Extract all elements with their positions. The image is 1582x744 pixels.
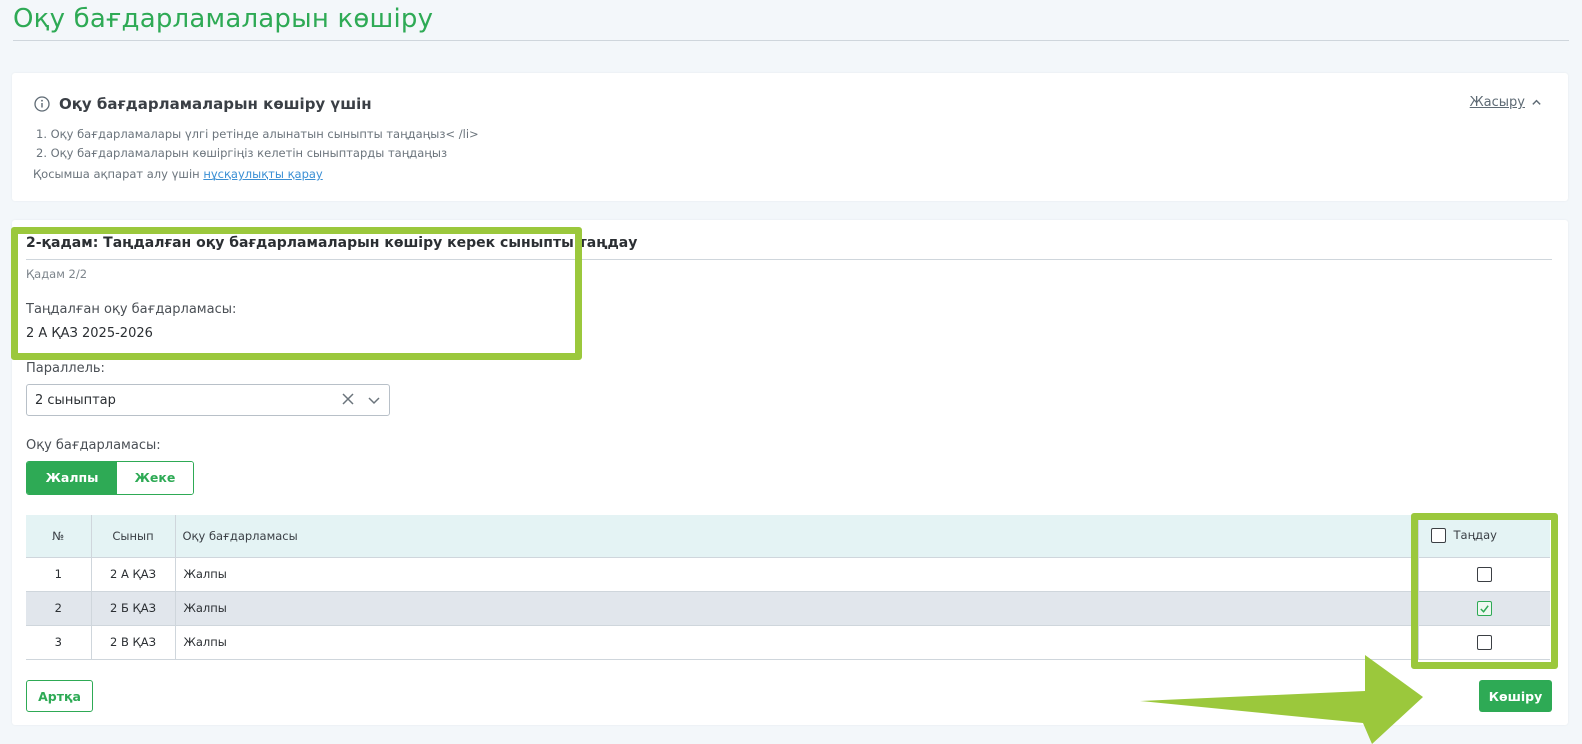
row-program: Жалпы <box>175 625 1419 660</box>
program-label: Оқу бағдарламасы: <box>26 438 161 453</box>
row-choose-cell <box>1418 625 1550 660</box>
info-more: Қосымша ақпарат алу үшін нұсқаулықты қар… <box>33 167 323 181</box>
step-count: Қадам 2/2 <box>26 267 88 281</box>
header-choose: Таңдау <box>1418 515 1550 558</box>
hide-info-link[interactable]: Жасыру <box>1470 95 1542 110</box>
general-program-button[interactable]: Жалпы ОБ <box>27 462 117 494</box>
row-choose-cell <box>1418 557 1550 592</box>
selected-program-value: 2 А ҚАЗ 2025-2026 <box>26 326 153 341</box>
info-more-text: Қосымша ақпарат алу үшін <box>33 167 200 181</box>
classes-table: № Сынып Оқу бағдарламасы Таңдау 1 2 А ҚА… <box>26 515 1550 660</box>
chevron-up-icon <box>1532 99 1541 105</box>
parallel-select[interactable]: 2 сыныптар <box>26 384 390 416</box>
row-class: 2 А ҚАЗ <box>91 557 176 592</box>
row-class: 2 В ҚАЗ <box>91 625 176 660</box>
step-title: 2-қадам: Таңдалған оқу бағдарламаларын к… <box>26 235 638 251</box>
title-divider <box>13 40 1569 41</box>
header-program: Оқу бағдарламасы <box>175 515 1419 558</box>
info-step-2: 2. Оқу бағдарламаларын көшіргіңіз келеті… <box>36 146 448 160</box>
row-number: 1 <box>26 557 92 592</box>
copy-button[interactable]: Көшіру <box>1479 680 1552 712</box>
back-button[interactable]: Артқа <box>26 680 93 712</box>
row-program: Жалпы <box>175 591 1419 626</box>
row-class: 2 Б ҚАЗ <box>91 591 176 626</box>
individual-program-button[interactable]: Жеке ОБ <box>117 462 193 494</box>
step-divider <box>26 259 1552 260</box>
chevron-down-icon[interactable] <box>367 393 381 407</box>
guide-link[interactable]: нұсқаулықты қарау <box>203 167 322 181</box>
page-title: Оқу бағдарламаларын көшіру <box>13 4 434 34</box>
table-row: 1 2 А ҚАЗ Жалпы <box>26 557 1550 592</box>
parallel-label: Параллель: <box>26 361 105 376</box>
info-circle-icon <box>34 96 50 112</box>
info-title: Оқу бағдарламаларын көшіру үшін <box>59 95 372 113</box>
row-number: 3 <box>26 625 92 660</box>
hide-info-label: Жасыру <box>1469 95 1525 110</box>
info-panel: Оқу бағдарламаларын көшіру үшін Жасыру 1… <box>12 73 1568 201</box>
table-row: 2 2 Б ҚАЗ Жалпы <box>26 591 1550 626</box>
header-number: № <box>26 515 92 558</box>
header-class: Сынып <box>91 515 176 558</box>
checkmark-icon <box>1480 604 1489 613</box>
parallel-select-value: 2 сыныптар <box>35 393 116 408</box>
clear-icon[interactable] <box>341 392 355 406</box>
info-step-1: 1. Оқу бағдарламалары үлгі ретінде алына… <box>36 127 479 141</box>
program-type-toggle: Жалпы ОБ Жеке ОБ <box>26 461 194 495</box>
row-checkbox-checked[interactable] <box>1476 600 1492 616</box>
row-number: 2 <box>26 591 92 626</box>
row-checkbox[interactable] <box>1476 634 1492 650</box>
table-row: 3 2 В ҚАЗ Жалпы <box>26 625 1550 660</box>
row-program: Жалпы <box>175 557 1419 592</box>
select-all-checkbox[interactable] <box>1430 528 1446 544</box>
table-header-row: № Сынып Оқу бағдарламасы Таңдау <box>26 515 1550 558</box>
row-checkbox[interactable] <box>1476 566 1492 582</box>
step-card: 2-қадам: Таңдалған оқу бағдарламаларын к… <box>12 220 1568 725</box>
selected-program-label: Таңдалған оқу бағдарламасы: <box>26 302 237 317</box>
row-choose-cell <box>1418 591 1550 626</box>
header-choose-label: Таңдау <box>1453 528 1497 543</box>
